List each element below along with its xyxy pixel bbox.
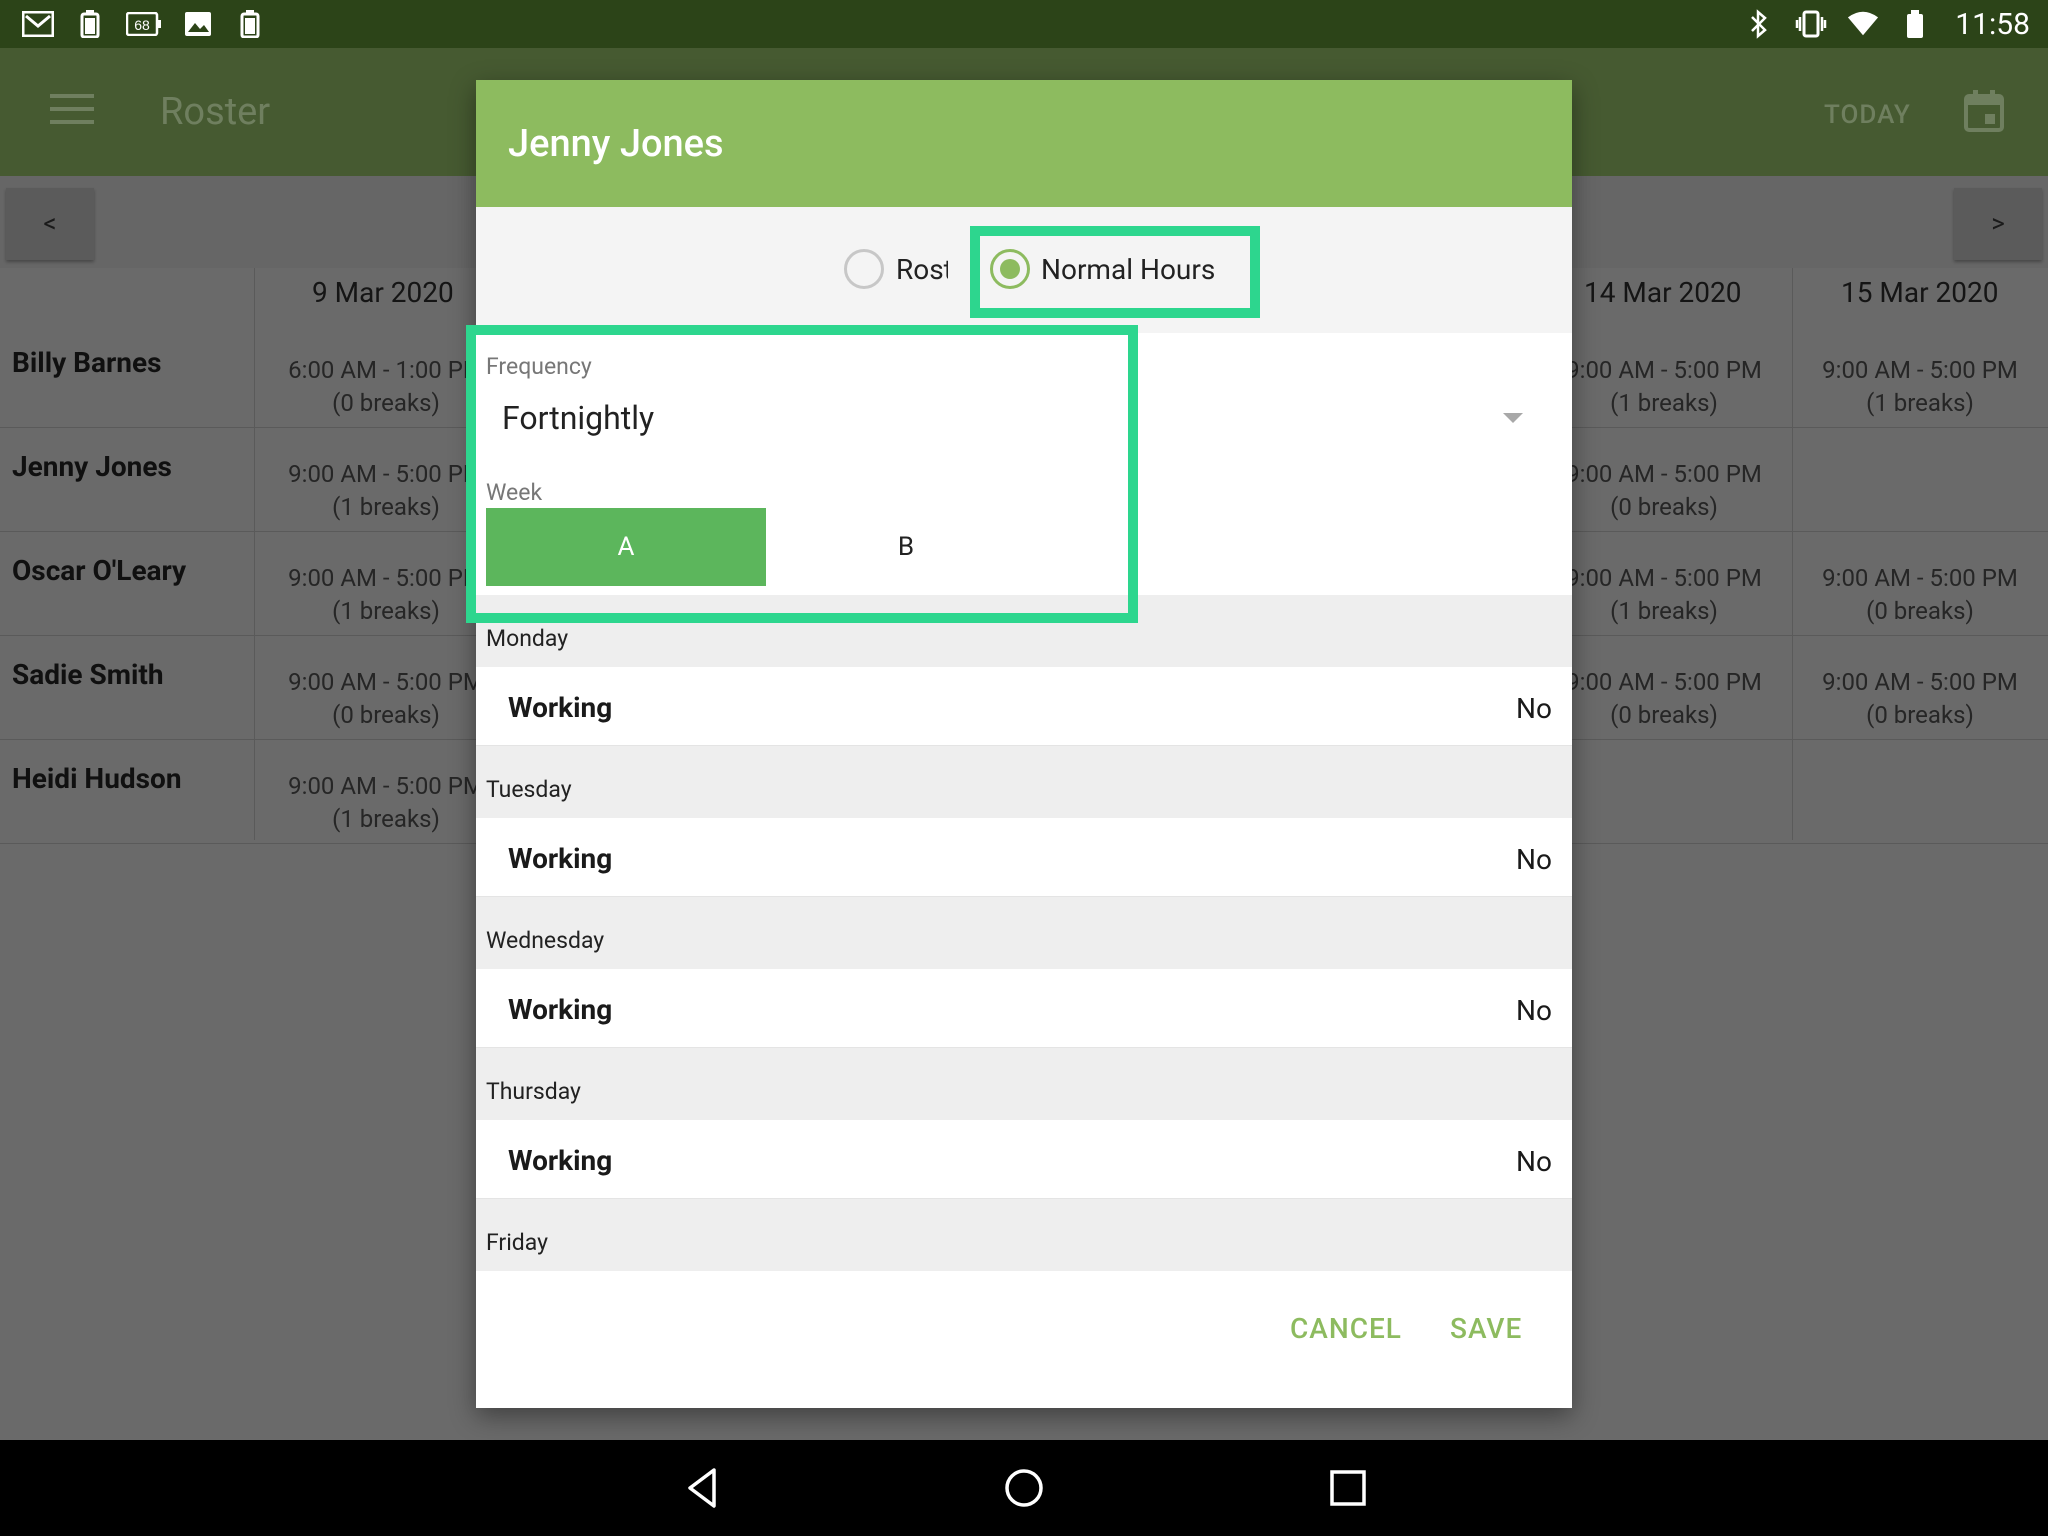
battery-percent-badge: 68	[134, 17, 150, 33]
week-b-tab[interactable]: B	[766, 508, 1046, 586]
working-label: Working	[508, 993, 613, 1026]
dialog-title: Jenny Jones	[508, 122, 724, 166]
shift-cell[interactable]: 9:00 AM - 5:00 PM (1 breaks)	[1536, 354, 1792, 420]
back-icon[interactable]	[678, 1464, 726, 1512]
day-header-friday: Friday	[476, 1199, 1572, 1271]
dialog-header: Jenny Jones	[476, 80, 1572, 207]
day-header-tuesday: Tuesday	[476, 746, 1572, 818]
day-header-wednesday: Wednesday	[476, 897, 1572, 969]
next-week-button[interactable]: >	[1954, 188, 2042, 260]
working-row-monday[interactable]: Working No	[476, 667, 1572, 746]
battery-icon	[1899, 10, 1931, 38]
employee-name: Heidi Hudson	[12, 762, 182, 795]
working-value[interactable]: No	[1516, 1145, 1552, 1178]
date-column-header: 9 Mar 2020	[312, 276, 454, 309]
normal-hours-dialog: Jenny Jones Roster Normal Hours Frequenc…	[476, 80, 1572, 1408]
roster-radio-label[interactable]: Roster	[896, 253, 948, 286]
battery-small-icon	[74, 10, 106, 38]
home-icon[interactable]	[1000, 1464, 1048, 1512]
vibrate-icon	[1795, 10, 1827, 38]
shift-cell[interactable]: 9:00 AM - 5:00 PM (1 breaks)	[1792, 354, 2048, 420]
recents-icon[interactable]	[1324, 1464, 1372, 1512]
working-label: Working	[508, 691, 613, 724]
system-navigation-bar	[0, 1440, 2048, 1536]
normal-hours-radio[interactable]	[990, 249, 1030, 289]
cancel-button[interactable]: CANCEL	[1290, 1312, 1402, 1345]
status-bar: 68 11:58	[0, 0, 2048, 48]
shift-cell[interactable]: 9:00 AM - 5:00 PM (0 breaks)	[1536, 666, 1792, 732]
shift-cell[interactable]: 9:00 AM - 5:00 PM (0 breaks)	[1536, 458, 1792, 524]
week-label: Week	[486, 479, 543, 506]
frequency-section: Frequency Fortnightly Week A B	[476, 333, 1572, 595]
save-button[interactable]: SAVE	[1450, 1312, 1522, 1345]
date-column-header: 14 Mar 2020	[1584, 276, 1742, 309]
date-column-header: 15 Mar 2020	[1841, 276, 1999, 309]
status-bar-system: 11:58	[1743, 7, 2030, 42]
day-header-thursday: Thursday	[476, 1048, 1572, 1120]
roster-radio[interactable]	[844, 249, 884, 289]
working-row-thursday[interactable]: Working No	[476, 1120, 1572, 1199]
working-value[interactable]: No	[1516, 994, 1552, 1027]
previous-week-button[interactable]: <	[6, 188, 94, 260]
clock: 11:58	[1955, 6, 2030, 42]
status-bar-notifications: 68	[22, 10, 266, 38]
bluetooth-icon	[1743, 9, 1775, 39]
today-button[interactable]: TODAY	[1824, 100, 1911, 130]
shift-cell[interactable]: 9:00 AM - 5:00 PM (0 breaks)	[1792, 666, 2048, 732]
employee-name: Sadie Smith	[12, 658, 164, 691]
frequency-label: Frequency	[486, 353, 592, 380]
battery-small-icon	[234, 10, 266, 38]
app-title: Roster	[160, 90, 271, 134]
week-a-tab[interactable]: A	[486, 508, 766, 586]
employee-name: Billy Barnes	[12, 346, 162, 379]
working-value[interactable]: No	[1516, 843, 1552, 876]
shift-cell[interactable]: 9:00 AM - 5:00 PM (0 breaks)	[1792, 562, 2048, 628]
working-value[interactable]: No	[1516, 692, 1552, 725]
gmail-icon	[22, 10, 54, 38]
hamburger-menu-icon[interactable]	[50, 94, 94, 130]
dropdown-arrow-icon[interactable]	[1503, 413, 1523, 423]
shift-cell[interactable]: 9:00 AM - 5:00 PM (1 breaks)	[1536, 562, 1792, 628]
employee-name: Oscar O'Leary	[12, 554, 187, 587]
image-icon	[182, 10, 214, 38]
employee-name: Jenny Jones	[12, 450, 172, 483]
working-label: Working	[508, 842, 613, 875]
calendar-icon[interactable]	[1964, 90, 2004, 132]
frequency-dropdown[interactable]: Fortnightly	[502, 399, 654, 437]
day-header-monday: Monday	[476, 595, 1572, 667]
wifi-icon	[1847, 10, 1879, 38]
working-row-tuesday[interactable]: Working No	[476, 818, 1572, 897]
working-row-wednesday[interactable]: Working No	[476, 969, 1572, 1048]
normal-hours-radio-label[interactable]: Normal Hours	[1041, 253, 1215, 286]
dialog-actions: CANCEL SAVE	[476, 1272, 1572, 1408]
mode-radio-group: Roster Normal Hours	[476, 207, 1572, 333]
battery-68-icon: 68	[126, 10, 162, 38]
working-label: Working	[508, 1144, 613, 1177]
